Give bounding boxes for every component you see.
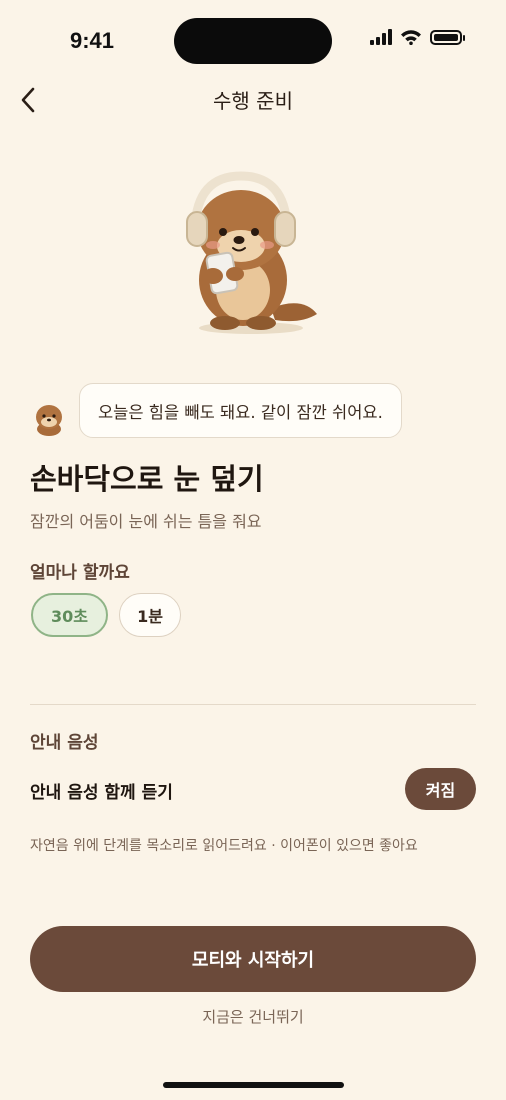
duration-option-30s[interactable]: 30초 xyxy=(31,593,108,637)
status-bar: 9:41 xyxy=(0,0,506,80)
otter-illustration xyxy=(183,168,323,340)
page-title: 수행 준비 xyxy=(213,89,293,113)
wifi-icon xyxy=(401,30,421,45)
battery-icon xyxy=(430,29,465,45)
home-indicator xyxy=(163,1082,344,1088)
cellular-signal-icon xyxy=(370,29,392,45)
status-time: 9:41 xyxy=(70,28,115,53)
otter-avatar-icon xyxy=(33,402,65,436)
voice-description: 자연음 위에 단계를 목소리로 읽어드려요 · 이어폰이 있으면 좋아요 xyxy=(30,838,418,854)
skip-link[interactable]: 지금은 건너뛰기 xyxy=(0,1006,506,1027)
start-button[interactable]: 모티와 시작하기 xyxy=(30,926,476,992)
section-divider xyxy=(30,704,476,705)
status-icons xyxy=(370,29,465,45)
voice-section-label: 안내 음성 xyxy=(30,733,99,753)
duration-option-1m[interactable]: 1분 xyxy=(119,593,181,637)
voice-toggle-button[interactable]: 켜짐 xyxy=(405,768,476,810)
exercise-title: 손바닥으로 눈 덮기 xyxy=(30,462,264,496)
speech-bubble: 오늘은 힘을 빼도 돼요. 같이 잠깐 쉬어요. xyxy=(79,383,402,438)
dynamic-island xyxy=(174,18,332,64)
duration-label: 얼마나 할까요 xyxy=(30,563,130,583)
voice-row-label: 안내 음성 함께 듣기 xyxy=(30,783,173,803)
exercise-subtitle: 잠깐의 어둠이 눈에 쉬는 틈을 줘요 xyxy=(30,512,262,531)
